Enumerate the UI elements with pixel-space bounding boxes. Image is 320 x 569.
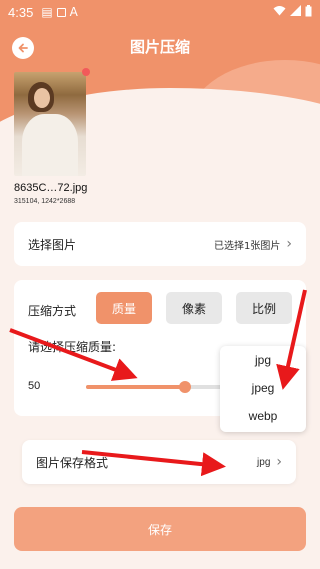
wifi-icon [273,5,286,19]
back-arrow-icon [18,43,28,53]
method-ratio-button[interactable]: 比例 [236,292,292,324]
format-option-jpeg[interactable]: jpeg [220,374,306,402]
method-pixel-button[interactable]: 像素 [166,292,222,324]
quality-slider-thumb[interactable] [178,381,191,393]
image-filename: 8635C…72.jpg [14,182,88,194]
image-thumbnail[interactable] [14,72,86,176]
quality-label: 请选择压缩质量: [28,340,117,354]
remove-image-dot[interactable] [82,68,90,76]
method-quality-button[interactable]: 质量 [96,292,152,324]
notification-icon: A [69,5,78,19]
page-title: 图片压缩 [129,37,190,56]
format-option-webp[interactable]: webp [220,402,306,430]
status-bar: 4:35 ▤ A [0,0,320,24]
top-bar: 图片压缩 [0,26,320,66]
status-time: 4:35 [8,4,34,20]
thumbnail-face [34,88,50,108]
thumbnail-dress [22,114,78,176]
chevron-right-icon: › [286,236,292,252]
back-button[interactable] [12,37,34,59]
save-format-label: 图片保存格式 [36,455,109,470]
format-dropdown: jpg jpeg webp [220,346,306,432]
battery-icon [305,4,312,20]
select-image-label: 选择图片 [28,237,77,252]
notification-icon [56,7,66,17]
select-image-row[interactable]: 选择图片 已选择1张图片 › [14,222,306,266]
save-button[interactable]: 保存 [14,507,306,551]
save-format-value: jpg [257,456,271,468]
chevron-right-icon: › [276,454,282,470]
save-format-row[interactable]: 图片保存格式 jpg › [22,440,296,484]
notification-icon: ▤ [41,5,53,19]
format-option-jpg[interactable]: jpg [220,346,306,374]
compression-method-label: 压缩方式 [28,304,77,318]
quality-slider-fill [86,385,185,389]
select-image-value: 已选择1张图片 [214,240,281,252]
signal-icon [290,5,301,19]
quality-value: 50 [28,380,41,392]
image-info: 315104, 1242*2688 [14,198,76,205]
